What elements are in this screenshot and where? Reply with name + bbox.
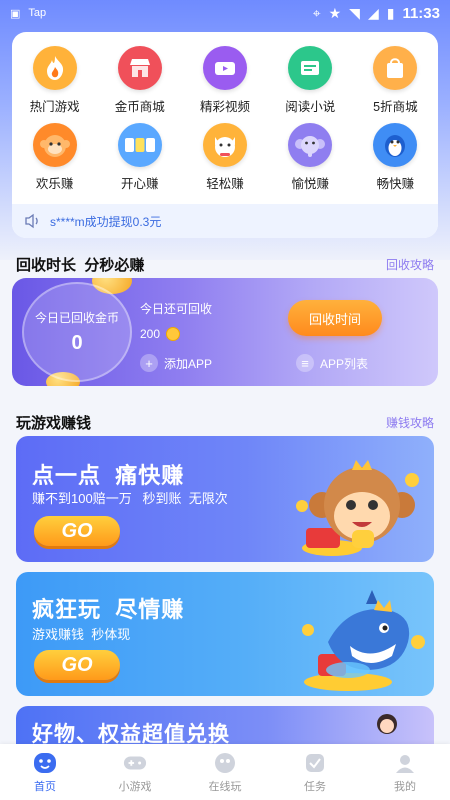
recycle-section-header: 回收时长 分秒必赚 回收攻略 xyxy=(16,254,434,275)
coin-icon xyxy=(166,327,181,341)
shark-mascot-icon xyxy=(302,590,425,691)
status-app-name: Tap xyxy=(28,7,47,19)
menu-item-easy-earn[interactable]: 轻松赚 xyxy=(182,123,267,192)
menu-item-pleasure-earn[interactable]: 愉悦赚 xyxy=(268,123,353,192)
menu-item-hot-games[interactable]: 热门游戏 xyxy=(12,46,97,115)
menu-label: 热门游戏 xyxy=(29,100,80,114)
book-icon xyxy=(288,46,333,90)
list-icon: ≡ xyxy=(296,354,314,372)
tab-home[interactable]: 首页 xyxy=(5,744,85,800)
menu-label: 阅读小说 xyxy=(285,100,336,114)
tab-label: 在线玩 xyxy=(208,781,242,793)
menu-label: 5折商城 xyxy=(373,100,418,114)
feature-menu-card: 热门游戏 金币商城 精彩视频 阅读小说 5折商城 欢乐赚 开心赚 轻松赚 愉悦赚… xyxy=(12,32,438,238)
elephant-icon xyxy=(288,123,333,167)
banner-title: 点一点 痛快赚 xyxy=(32,463,185,488)
menu-label: 金币商城 xyxy=(114,100,165,114)
number-game-icon xyxy=(117,123,162,167)
recycle-section-title: 回收时长 分秒必赚 xyxy=(16,257,145,274)
tab-tasks[interactable]: 任务 xyxy=(275,744,355,800)
tab-profile[interactable]: 我的 xyxy=(365,744,445,800)
menu-item-happy-earn[interactable]: 开心赚 xyxy=(97,123,182,192)
tab-online-play[interactable]: 在线玩 xyxy=(185,744,265,800)
add-app-label: 添加APP xyxy=(164,356,213,371)
menu-item-coin-mall[interactable]: 金币商城 xyxy=(97,46,182,115)
go-button[interactable]: GO xyxy=(34,516,120,546)
tab-label: 小游戏 xyxy=(118,781,152,793)
recycle-guide-link[interactable]: 回收攻略 xyxy=(386,256,434,273)
feature-menu-grid: 热门游戏 金币商城 精彩视频 阅读小说 5折商城 欢乐赚 开心赚 轻松赚 愉悦赚… xyxy=(12,46,438,192)
gallery-icon: ▣ xyxy=(10,7,21,20)
shopping-bag-icon xyxy=(373,46,418,90)
menu-label: 愉悦赚 xyxy=(291,177,329,191)
signal-icon: ◢ xyxy=(367,4,379,21)
withdraw-notice-bar: s****m成功提现0.3元 xyxy=(12,204,438,238)
lucky-cat-icon xyxy=(202,123,247,167)
tab-label: 我的 xyxy=(394,781,416,793)
controller-icon xyxy=(213,752,237,774)
game-section-title: 玩游戏赚钱 xyxy=(16,415,92,432)
earn-guide-link[interactable]: 赚钱攻略 xyxy=(386,414,434,431)
plus-icon: + xyxy=(140,354,158,372)
menu-item-smooth-earn[interactable]: 畅快赚 xyxy=(353,123,438,192)
banner-subtitle: 赚不到100赔一万 秒到账 无限次 xyxy=(32,491,228,506)
tab-mini-games[interactable]: 小游戏 xyxy=(95,744,175,800)
menu-item-joy-earn[interactable]: 欢乐赚 xyxy=(12,123,97,192)
menu-item-half-price-mall[interactable]: 5折商城 xyxy=(353,46,438,115)
menu-label: 畅快赚 xyxy=(376,177,415,191)
banner-title: 疯狂玩 尽情赚 xyxy=(32,597,185,622)
profile-icon xyxy=(393,752,417,774)
app-list-label: APP列表 xyxy=(320,356,369,371)
penguin-icon xyxy=(373,123,418,167)
tab-label: 任务 xyxy=(304,781,326,793)
menu-item-novels[interactable]: 阅读小说 xyxy=(268,46,353,115)
today-recycled-coins: 今日已回收金币 0 xyxy=(22,282,132,382)
flame-icon xyxy=(32,46,77,90)
today-recycled-value: 0 xyxy=(71,332,83,354)
bottom-tab-bar: 首页 小游戏 在线玩 任务 我的 xyxy=(0,744,450,800)
tab-label: 首页 xyxy=(34,781,56,793)
add-app-button[interactable]: + 添加APP xyxy=(140,354,212,372)
menu-label: 开心赚 xyxy=(121,177,159,191)
notice-text: s****m成功提现0.3元 xyxy=(50,214,162,229)
app-list-button[interactable]: ≡ APP列表 xyxy=(296,354,368,372)
banner-tap-earn[interactable]: 点一点 痛快赚 赚不到100赔一万 秒到账 无限次 GO xyxy=(16,436,434,562)
store-icon xyxy=(117,46,162,90)
banner-subtitle: 游戏赚钱 秒体现 xyxy=(32,627,131,642)
gamepad-icon xyxy=(123,752,147,774)
recycle-time-button[interactable]: 回收时间 xyxy=(288,300,382,336)
monkey-mascot-icon xyxy=(296,460,419,556)
menu-label: 轻松赚 xyxy=(206,177,244,191)
home-face-icon xyxy=(33,752,57,774)
status-time: 11:33 xyxy=(402,4,440,22)
remaining-label: 今日还可回收 xyxy=(140,302,213,316)
menu-label: 精彩视频 xyxy=(199,100,250,114)
status-bar: ▣ Tap ⌖ ★ ◥ ◢ ▮ 11:33 xyxy=(0,0,450,26)
recycle-time-card: 今日已回收金币 0 今日还可回收 200 回收时间 + 添加APP ≡ APP列… xyxy=(12,278,438,386)
game-section-header: 玩游戏赚钱 赚钱攻略 xyxy=(16,412,434,433)
wifi-icon: ◥ xyxy=(349,4,360,21)
video-icon xyxy=(202,46,247,90)
location-icon: ⌖ xyxy=(312,4,321,21)
star-icon: ★ xyxy=(328,4,342,21)
menu-item-videos[interactable]: 精彩视频 xyxy=(182,46,267,115)
menu-label: 欢乐赚 xyxy=(35,177,74,191)
go-button[interactable]: GO xyxy=(34,650,120,680)
remaining-amount: 200 xyxy=(140,327,212,341)
remaining-value: 200 xyxy=(140,327,161,341)
speaker-icon xyxy=(24,213,42,229)
monkey-icon xyxy=(32,123,77,167)
battery-icon: ▮ xyxy=(386,4,395,21)
banner-crazy-play[interactable]: 疯狂玩 尽情赚 游戏赚钱 秒体现 GO xyxy=(16,572,434,696)
recycle-remaining-info: 今日还可回收 200 xyxy=(140,300,212,341)
today-recycled-label: 今日已回收金币 xyxy=(34,311,119,325)
task-icon xyxy=(303,752,327,774)
